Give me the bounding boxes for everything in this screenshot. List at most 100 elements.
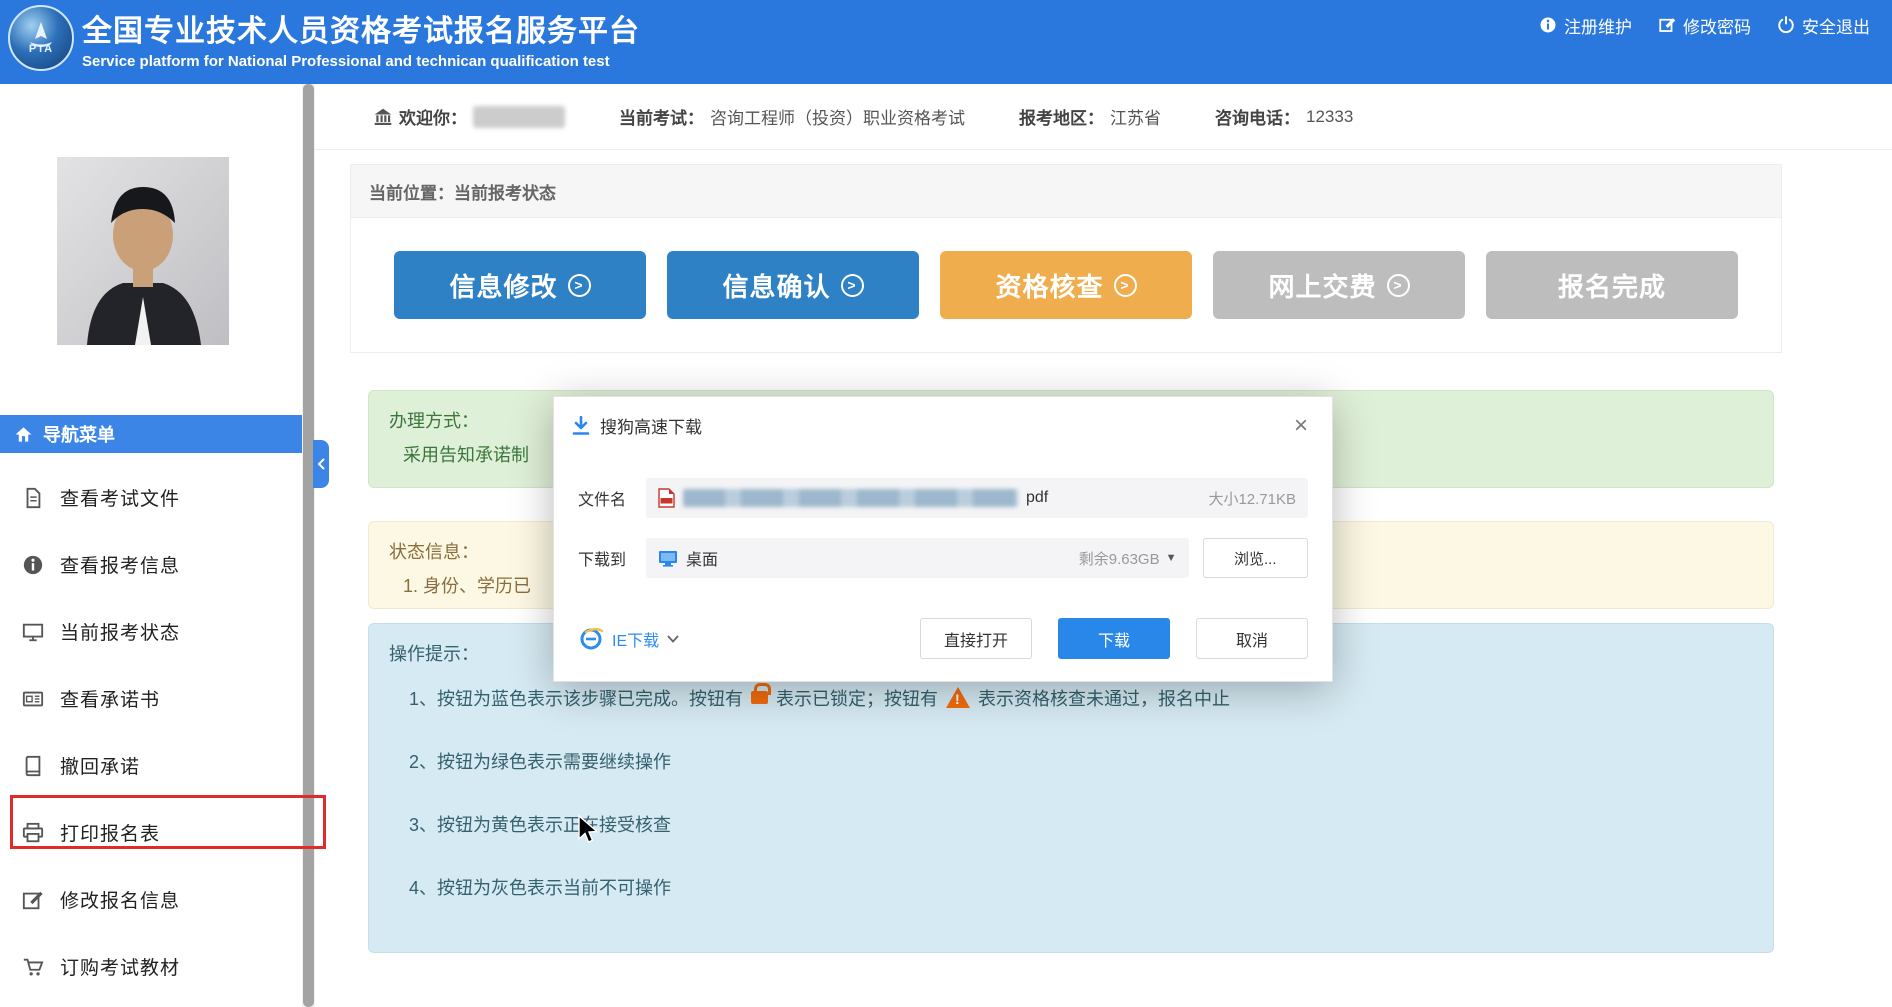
home-icon [14,425,33,444]
info-circle-icon [1539,16,1557,34]
sidebar-scrollbar[interactable] [302,84,315,1007]
screen: PTA 全国专业技术人员资格考试报名服务平台 Service platform … [0,0,1892,1007]
tip-line-2: 2、按钮为绿色表示需要继续操作 [389,729,1753,792]
lock-icon [751,691,768,704]
phone-value: 12333 [1306,107,1353,127]
chevron-right-circle-icon: > [1114,274,1137,297]
ie-download-label: IE下载 [612,627,659,651]
sidebar-item-label: 查看报考信息 [60,551,180,578]
close-icon[interactable]: × [1288,414,1314,438]
info-icon [22,554,44,576]
power-icon [1777,16,1795,34]
welcome-label: 欢迎你： [399,104,467,129]
step-registration-complete-button[interactable]: 报名完成 [1486,251,1738,319]
sidebar-item-label: 修改报名信息 [60,886,180,913]
filename-label: 文件名 [578,486,646,510]
status-panel: 当前位置：当前报考状态 信息修改 > 信息确认 > 资格核查 > 网上交费 > [350,164,1782,353]
sidebar-item-order-materials[interactable]: 订购考试教材 [0,933,302,1000]
sidebar-item-print-form[interactable]: 打印报名表 [0,799,302,866]
header-links: 注册维护 修改密码 安全退出 [1539,0,1870,50]
tip1-text-c: 表示资格核查未通过，报名中止 [978,685,1230,711]
sidebar-item-modify-registration[interactable]: 修改报名信息 [0,866,302,933]
pdf-file-icon [658,488,675,508]
desktop-icon [658,550,678,567]
step-label: 信息修改 [449,267,557,304]
step-info-confirm-button[interactable]: 信息确认 > [667,251,919,319]
free-space: 剩余9.63GB ▼ [1079,548,1177,569]
ie-icon [578,626,604,652]
user-info-bar: 欢迎你： 当前考试： 咨询工程师（投资）职业资格考试 报考地区： 江苏省 咨询电… [315,84,1892,150]
chevron-left-icon [317,458,325,470]
cancel-button[interactable]: 取消 [1196,618,1308,659]
step-online-payment-button[interactable]: 网上交费 > [1213,251,1465,319]
dialog-title: 搜狗高速下载 [600,413,702,438]
sidebar-item-view-commitment[interactable]: 查看承诺书 [0,665,302,732]
nav-menu-title: 导航菜单 [43,421,115,447]
sidebar-item-view-registration-info[interactable]: 查看报考信息 [0,531,302,598]
change-password-link[interactable]: 修改密码 [1658,13,1751,38]
region-group: 报考地区： 江苏省 [1019,104,1161,129]
file-size: 大小12.71KB [1208,488,1296,509]
pencil-square-icon [1658,16,1676,34]
open-directly-button[interactable]: 直接打开 [920,618,1032,659]
ie-download-dropdown[interactable]: IE下载 [578,626,679,652]
warning-icon [946,687,970,708]
welcome-group: 欢迎你： [373,104,565,129]
step-label: 报名完成 [1558,267,1666,304]
phone-label: 咨询电话： [1215,104,1300,129]
step-label: 信息确认 [722,267,830,304]
exam-value: 咨询工程师（投资）职业资格考试 [710,104,965,129]
sidebar-item-view-exam-files[interactable]: 查看考试文件 [0,464,302,531]
breadcrumb: 当前位置：当前报考状态 [351,165,1781,218]
app-title: 全国专业技术人员资格考试报名服务平台 [82,6,640,50]
chevron-right-circle-icon: > [841,274,864,297]
app-subtitle: Service platform for National Profession… [82,53,640,70]
browse-button[interactable]: 浏览... [1203,538,1309,578]
destination-label: 下载到 [578,546,646,570]
chevron-down-icon [667,635,679,643]
filename-row: 文件名 pdf 大小12.71KB [578,478,1308,518]
download-icon [572,416,590,436]
exam-label: 当前考试： [619,104,704,129]
phone-group: 咨询电话： 12333 [1215,104,1353,129]
sidebar-item-label: 打印报名表 [60,819,160,846]
newspaper-icon [22,688,44,710]
current-exam-group: 当前考试： 咨询工程师（投资）职业资格考试 [619,104,965,129]
sidebar-item-label: 订购考试教材 [60,953,180,980]
step-buttons-row: 信息修改 > 信息确认 > 资格核查 > 网上交费 > 报名完成 [351,218,1781,352]
download-button[interactable]: 下载 [1058,618,1170,659]
logo-text: PTA [29,43,53,55]
sidebar-item-current-status[interactable]: 当前报考状态 [0,598,302,665]
free-space-value: 剩余9.63GB [1079,548,1160,569]
step-info-modify-button[interactable]: 信息修改 > [394,251,646,319]
region-label: 报考地区： [1019,104,1104,129]
chevron-right-circle-icon: > [1387,274,1410,297]
caret-down-icon[interactable]: ▼ [1166,552,1177,564]
dialog-footer: IE下载 直接打开 下载 取消 [578,618,1308,659]
redacted-username [473,106,565,128]
sidebar-item-withdraw-commitment[interactable]: 撤回承诺 [0,732,302,799]
user-photo [57,157,229,345]
app-title-block: 全国专业技术人员资格考试报名服务平台 Service platform for … [82,6,640,70]
nav-menu-header: 导航菜单 [0,415,302,453]
app-header: PTA 全国专业技术人员资格考试报名服务平台 Service platform … [0,0,1892,84]
printer-icon [22,822,44,844]
scrollbar-thumb[interactable] [303,84,314,1007]
dialog-titlebar: 搜狗高速下载 × [554,397,1332,438]
register-maintenance-link[interactable]: 注册维护 [1539,13,1632,38]
step-qualification-check-button[interactable]: 资格核查 > [940,251,1192,319]
destination-field[interactable]: 桌面 剩余9.63GB ▼ [646,538,1189,578]
cart-icon [22,956,44,978]
filename-field[interactable]: pdf 大小12.71KB [646,478,1308,518]
chevron-right-circle-icon: > [568,274,591,297]
file-extension: pdf [1026,489,1048,507]
dialog-buttons: 直接打开 下载 取消 [920,618,1308,659]
register-maintenance-label: 注册维护 [1564,13,1632,38]
institution-icon [373,107,393,127]
sogou-download-dialog: 搜狗高速下载 × 文件名 pdf 大小12.71KB 下载到 [553,396,1333,682]
sidebar-collapse-tab[interactable] [313,440,329,488]
sidebar-item-label: 查看考试文件 [60,484,180,511]
step-label: 资格核查 [995,267,1103,304]
logout-link[interactable]: 安全退出 [1777,13,1870,38]
book-icon [22,755,44,777]
